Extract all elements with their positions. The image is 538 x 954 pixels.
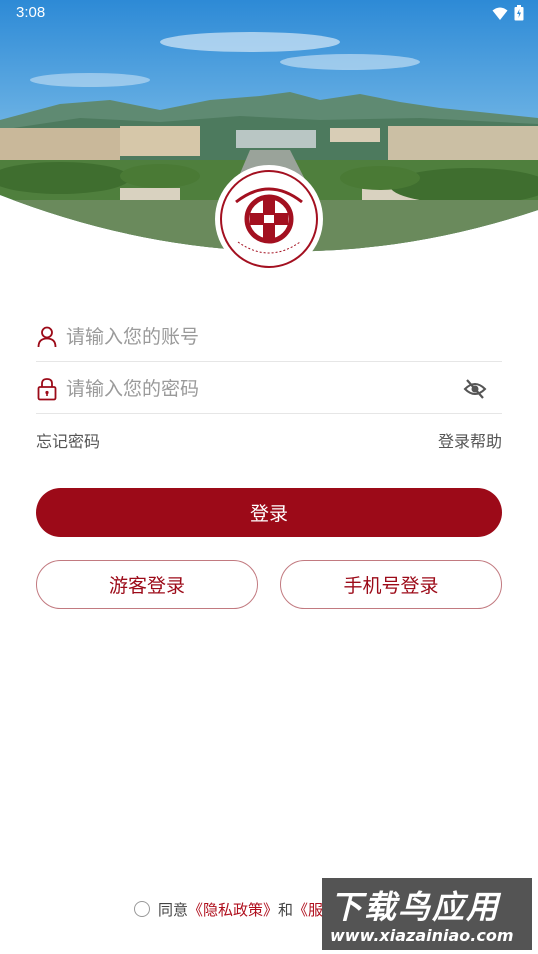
phone-login-button[interactable]: 手机号登录: [280, 560, 502, 609]
service-policy-link[interactable]: 《服: [293, 899, 323, 920]
agreement-prefix: 同意: [158, 900, 189, 919]
guest-login-button[interactable]: 游客登录: [36, 560, 258, 609]
watermark-url: www.xiazainiao.com: [330, 926, 514, 945]
status-icons: [492, 5, 524, 25]
status-time: 3:08: [16, 4, 46, 21]
university-logo: [214, 164, 324, 274]
radio-icon[interactable]: [134, 901, 150, 917]
password-field[interactable]: [36, 364, 502, 414]
eye-off-icon[interactable]: [462, 376, 488, 402]
forgot-password-link[interactable]: 忘记密码: [36, 428, 100, 452]
user-icon: [36, 325, 58, 349]
lock-icon: [36, 377, 58, 401]
watermark: 下载鸟应用 www.xiazainiao.com: [322, 878, 532, 950]
account-input[interactable]: [66, 325, 502, 348]
account-field[interactable]: [36, 312, 502, 362]
privacy-policy-link[interactable]: 《隐私政策》: [188, 899, 278, 920]
password-input[interactable]: [66, 377, 462, 400]
login-button[interactable]: 登录: [36, 488, 502, 537]
battery-icon: [514, 5, 524, 25]
login-help-link[interactable]: 登录帮助: [438, 428, 502, 452]
agreement-row: 同意 《隐私政策》 和 《服: [134, 898, 323, 920]
watermark-title: 下载鸟应用: [330, 888, 501, 926]
status-bar: 3:08: [0, 0, 538, 28]
agreement-and: 和: [278, 900, 294, 919]
wifi-icon: [492, 6, 508, 25]
